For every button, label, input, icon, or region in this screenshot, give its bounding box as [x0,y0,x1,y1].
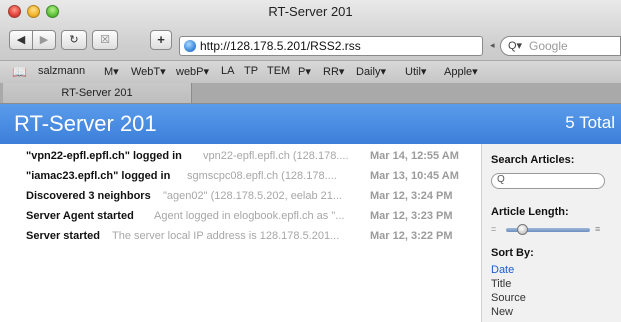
bookmarks-book-icon[interactable]: 📖 [12,65,27,79]
bookmark-menu-p[interactable]: P▾ [298,65,311,78]
address-url: http://128.178.5.201/RSS2.rss [200,39,361,53]
add-bookmark-button[interactable]: + [150,30,172,50]
article-length-slider-knob[interactable] [517,224,529,235]
article-date: Mar 12, 3:22 PM [370,230,453,242]
article-search-input[interactable]: Q [491,173,605,189]
article-snippet: sgmscpc08.epfl.ch (128.178.... [187,170,337,182]
article-date: Mar 13, 10:45 AM [370,170,459,182]
reload-icon: ↻ [69,34,79,46]
search-field[interactable]: Q▾ Google [500,36,621,56]
article-snippet: vpn22-epfl.epfl.ch (128.178.... [203,150,349,162]
bookmark-menu-rr[interactable]: RR▾ [323,65,344,78]
bookmark-menu-daily[interactable]: Daily▾ [356,65,386,78]
article-date: Mar 12, 3:23 PM [370,210,453,222]
snapback-icon: ☒ [100,34,110,46]
sort-option-new[interactable]: New [491,306,513,318]
window-chrome: RT-Server 201 ◀ ▶ ↻ ☒ + http://128.178.5… [0,0,621,83]
bookmark-menu-util[interactable]: Util▾ [405,65,426,78]
address-dropdown-icon[interactable]: ◂ [490,40,498,52]
plus-icon: + [157,32,165,47]
article-row[interactable]: "iamac23.epfl.ch" logged in sgmscpc08.ep… [0,168,478,187]
sort-by-label: Sort By: [491,247,534,259]
sort-option-date[interactable]: Date [491,264,514,276]
article-title[interactable]: Server Agent started [26,210,134,222]
sidebar: Search Articles: Q Article Length: = ≡ S… [481,144,621,322]
search-icon: Q▾ [508,40,523,52]
article-snippet: The server local IP address is 128.178.5… [112,230,340,242]
bookmark-salzmann[interactable]: salzmann [38,65,85,77]
snapback-button[interactable]: ☒ [92,30,118,50]
title-bar: RT-Server 201 [0,0,621,22]
sort-option-title[interactable]: Title [491,278,511,290]
bookmark-menu-m[interactable]: M▾ [104,65,119,78]
article-length-label: Article Length: [491,206,569,218]
article-title[interactable]: Discovered 3 neighbors [26,190,151,202]
article-title[interactable]: "vpn22-epfl.epfl.ch" logged in [26,150,182,162]
short-length-icon: = [491,224,497,234]
globe-icon [184,40,196,52]
back-arrow-icon: ◀ [16,34,26,46]
window-title: RT-Server 201 [268,4,353,19]
bookmark-menu-webt[interactable]: WebT▾ [131,65,166,78]
page-header: RT-Server 201 5 Total [0,104,621,144]
forward-button[interactable]: ▶ [32,30,56,50]
article-date: Mar 14, 12:55 AM [370,150,459,162]
article-snippet: "agen02" (128.178.5.202, eelab 21... [163,190,343,202]
reload-button[interactable]: ↻ [61,30,87,50]
page-title: RT-Server 201 [14,111,157,136]
article-total: 5 Total [565,113,615,132]
browser-window: RT-Server 201 ◀ ▶ ↻ ☒ + http://128.178.5… [0,0,621,322]
article-title[interactable]: "iamac23.epfl.ch" logged in [26,170,170,182]
forward-arrow-icon: ▶ [39,34,49,46]
bookmarks-bar: 📖 salzmann M▾ WebT▾ webP▾ LA TP TEM P▾ R… [0,60,621,83]
article-row[interactable]: Server Agent started Agent logged in elo… [0,208,478,227]
tab-rt-server[interactable]: RT-Server 201 [3,83,192,103]
article-title[interactable]: Server started [26,230,100,242]
search-articles-label: Search Articles: [491,154,575,166]
bookmark-menu-webp[interactable]: webP▾ [176,65,209,78]
back-button[interactable]: ◀ [9,30,33,50]
bookmark-menu-apple[interactable]: Apple▾ [444,65,478,78]
sort-option-source[interactable]: Source [491,292,526,304]
article-row[interactable]: Server started The server local IP addre… [0,228,478,247]
search-icon: Q [497,174,505,185]
article-row[interactable]: Discovered 3 neighbors "agen02" (128.178… [0,188,478,207]
bookmark-tp[interactable]: TP [244,65,258,77]
long-length-icon: ≡ [595,224,601,234]
address-bar[interactable]: http://128.178.5.201/RSS2.rss [179,36,483,56]
bookmark-tem[interactable]: TEM [267,65,290,77]
search-placeholder: Google [529,39,568,53]
article-date: Mar 12, 3:24 PM [370,190,453,202]
tab-strip: RT-Server 201 [0,83,621,104]
article-snippet: Agent logged in elogbook.epfl.ch as "... [154,210,345,222]
article-row[interactable]: "vpn22-epfl.epfl.ch" logged in vpn22-epf… [0,148,478,167]
bookmark-la[interactable]: LA [221,65,234,77]
